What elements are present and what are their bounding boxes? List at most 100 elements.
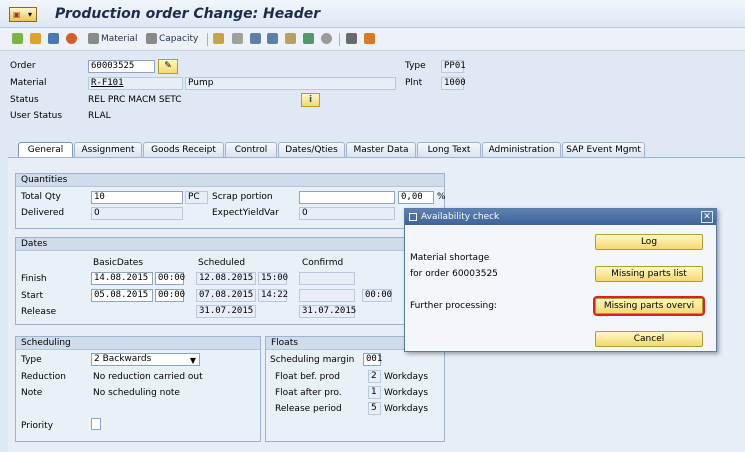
system-menu-icon[interactable]: ▣ ▾ [9, 7, 37, 22]
tab-long-text[interactable]: Long Text [417, 142, 481, 157]
order-label: Order [10, 61, 36, 71]
user-status-label: User Status [10, 111, 63, 121]
documents-icon[interactable] [30, 33, 41, 44]
total-qty-field[interactable]: 10 [91, 191, 183, 204]
float-before-field: 2 [368, 370, 381, 383]
title-bar: ▣ ▾ Production order Change: Header [0, 0, 745, 28]
release-period-field: 5 [368, 402, 381, 415]
reduction-value: No reduction carried out [93, 372, 203, 382]
sequences-icon[interactable] [250, 33, 261, 44]
page-title: Production order Change: Header [55, 6, 321, 22]
material-button[interactable]: Material [101, 32, 138, 47]
tab-assignment[interactable]: Assignment [74, 142, 142, 157]
material-field[interactable]: R-F101 [88, 77, 183, 90]
log-button[interactable]: Log [595, 234, 703, 250]
float-after-label: Float after pro. [275, 388, 342, 398]
release-label: Release [21, 307, 57, 317]
user-status-value: RLAL [88, 111, 111, 121]
missing-parts-list-button[interactable]: Missing parts list [595, 266, 703, 282]
scrap-percent-field[interactable]: 0,00 [398, 191, 434, 204]
priority-field[interactable] [91, 418, 101, 430]
float-after-field: 1 [368, 386, 381, 399]
capacity-button[interactable]: Capacity [159, 32, 198, 47]
further-processing-text: Further processing: [410, 301, 497, 311]
scheduling-header: Scheduling [16, 337, 260, 350]
delivered-label: Delivered [21, 208, 65, 218]
expect-yield-field: 0 [299, 207, 395, 220]
status-info-icon[interactable]: i [301, 93, 320, 107]
scheduled-header: Scheduled [198, 258, 246, 268]
dropdown-arrow-icon[interactable]: ▼ [190, 355, 196, 366]
start-confirmed-time: 00:00 [362, 289, 392, 302]
material-icon [88, 33, 99, 44]
start-basic-time[interactable]: 00:00 [155, 289, 185, 302]
scrap-label: Scrap portion [212, 192, 273, 202]
float-before-unit: Workdays [384, 372, 429, 382]
scrap-field[interactable] [299, 191, 395, 204]
delivered-field: 0 [91, 207, 183, 220]
note-label: Note [21, 388, 43, 398]
basic-dates-header: BasicDates [93, 258, 144, 268]
edit-pencil-icon[interactable]: ✎ [158, 59, 178, 74]
tab-general[interactable]: General [18, 142, 73, 157]
dialog-title: Availability check ✕ [405, 209, 716, 225]
scheduling-type-select[interactable]: 2 Backwards ▼ [91, 353, 200, 366]
release-confirmed-date: 31.07.2015 [299, 305, 356, 318]
documents-link-icon[interactable] [303, 33, 314, 44]
expect-yield-label: ExpectYieldVar [212, 208, 279, 218]
dialog-window-icon [409, 213, 417, 221]
flag-icon[interactable] [12, 33, 23, 44]
status-icon[interactable] [66, 33, 77, 44]
tab-administration[interactable]: Administration [482, 142, 561, 157]
unit-field: PC [185, 191, 208, 204]
finish-label: Finish [21, 274, 47, 284]
priority-label: Priority [21, 421, 54, 431]
start-basic-date[interactable]: 05.08.2015 [91, 289, 153, 302]
save-icon[interactable] [48, 33, 59, 44]
float-after-unit: Workdays [384, 388, 429, 398]
order-field[interactable]: 60003525 [88, 60, 155, 73]
release-period-unit: Workdays [384, 404, 429, 414]
toolbar-separator [339, 33, 340, 46]
structure-icon[interactable] [364, 33, 375, 44]
check-icon[interactable] [321, 33, 332, 44]
type-field: PP01 [441, 60, 466, 73]
tab-control[interactable]: Control [225, 142, 277, 157]
start-scheduled-date: 07.08.2015 [196, 289, 256, 302]
material-label: Material [10, 78, 47, 88]
tab-master-data[interactable]: Master Data [346, 142, 416, 157]
float-before-label: Float bef. prod [275, 372, 341, 382]
release-period-label: Release period [275, 404, 342, 414]
shortage-text: Material shortage [410, 253, 490, 263]
table-icon[interactable] [346, 33, 357, 44]
finish-basic-date[interactable]: 14.08.2015 [91, 272, 153, 285]
tab-dates-qties[interactable]: Dates/Qties [278, 142, 345, 157]
scheduling-margin-label: Scheduling margin [270, 355, 355, 365]
quantities-header: Quantities [16, 174, 444, 187]
percent-sign: % [437, 192, 446, 202]
hierarchy-icon[interactable] [267, 33, 278, 44]
scheduling-type-value: 2 Backwards [94, 354, 152, 364]
operations-icon[interactable] [213, 33, 224, 44]
dialog-title-text: Availability check [421, 212, 500, 222]
close-icon[interactable]: ✕ [701, 211, 713, 223]
copy-icon[interactable] [285, 33, 296, 44]
toolbar-separator [207, 33, 208, 46]
note-value: No scheduling note [93, 388, 180, 398]
cancel-button[interactable]: Cancel [595, 331, 703, 347]
finish-scheduled-time: 15:00 [258, 272, 288, 285]
missing-parts-overview-button[interactable]: Missing parts overvi [593, 296, 705, 316]
type-label: Type [405, 61, 426, 71]
status-label: Status [10, 95, 39, 105]
scheduling-margin-field[interactable]: 001 [363, 353, 382, 366]
reduction-label: Reduction [21, 372, 66, 382]
start-label: Start [21, 291, 43, 301]
release-scheduled-date: 31.07.2015 [196, 305, 256, 318]
finish-basic-time[interactable]: 00:00 [155, 272, 185, 285]
tab-goods-receipt[interactable]: Goods Receipt [143, 142, 224, 157]
capacity-icon [146, 33, 157, 44]
print-icon[interactable] [232, 33, 243, 44]
tab-sap-event-mgmt[interactable]: SAP Event Mgmt [562, 142, 645, 157]
plant-field: 1000 [441, 77, 466, 90]
total-qty-label: Total Qty [21, 192, 61, 202]
